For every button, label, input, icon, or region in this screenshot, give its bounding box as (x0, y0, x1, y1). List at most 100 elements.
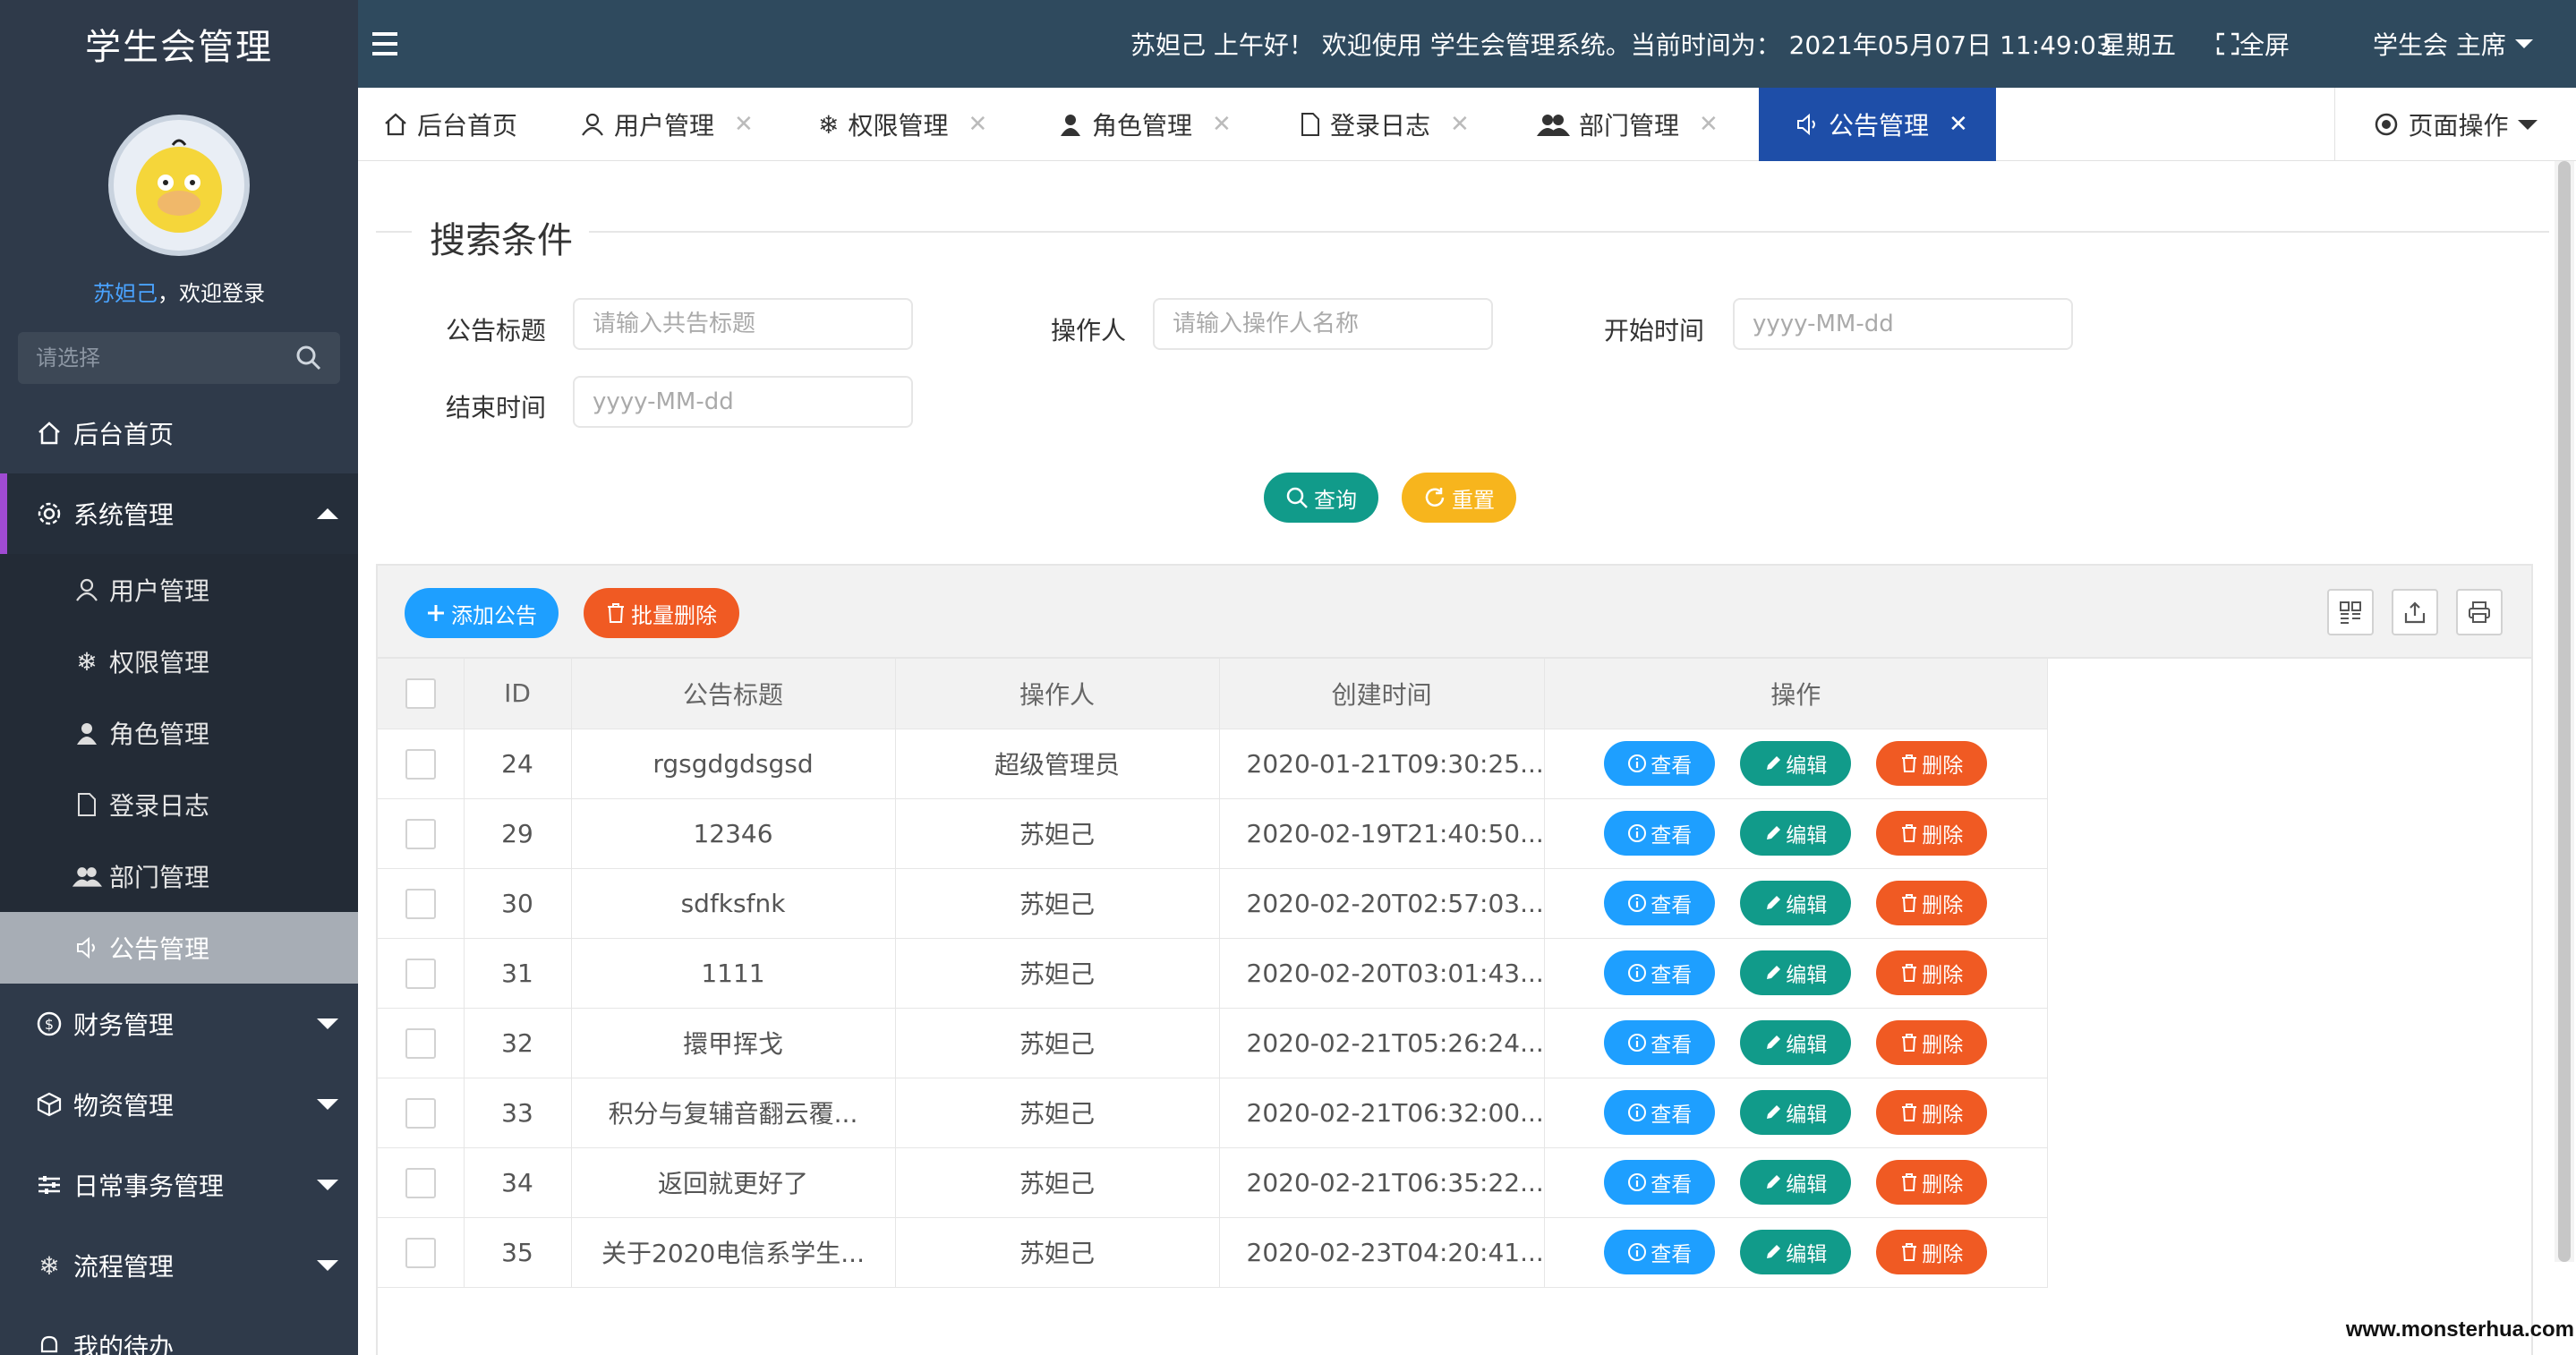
edit-button[interactable]: 编辑 (1740, 811, 1852, 856)
column-header-id[interactable]: ID (464, 659, 572, 729)
user-menu[interactable]: 学生会 主席 (2373, 0, 2533, 88)
cell-actions: 查看 编辑 删除 (1544, 1008, 2048, 1078)
table-row[interactable]: 35 关于2020电信系学生... 苏妲己 2020-02-23T04:20:41..… (378, 1217, 2048, 1288)
tab-home[interactable]: 后台首页 (383, 88, 517, 161)
close-icon[interactable]: ✕ (1699, 111, 1719, 138)
close-icon[interactable]: ✕ (1450, 111, 1470, 138)
close-icon[interactable]: ✕ (1949, 111, 1968, 138)
tab-notices[interactable]: 公告管理 ✕ (1759, 88, 1996, 161)
view-button[interactable]: 查看 (1604, 741, 1716, 786)
close-icon[interactable]: ✕ (734, 111, 754, 138)
delete-button[interactable]: 删除 (1876, 741, 1988, 786)
page-ops-menu[interactable]: 页面操作 (2334, 88, 2576, 161)
sidebar-item-materials[interactable]: 物资管理 (0, 1064, 358, 1145)
add-notice-button[interactable]: 添加公告 (405, 588, 559, 638)
sidebar-search[interactable] (18, 332, 340, 384)
row-checkbox[interactable] (405, 1027, 436, 1059)
cell-created: 2020-02-19T21:40:50... (1219, 798, 1545, 869)
delete-button[interactable]: 删除 (1876, 1160, 1988, 1205)
row-checkbox[interactable] (405, 1167, 436, 1198)
columns-filter-icon[interactable] (2327, 589, 2374, 635)
sidebar-item-system[interactable]: 系统管理 (0, 473, 358, 554)
delete-button[interactable]: 删除 (1876, 1230, 1988, 1274)
sidebar-item-home[interactable]: 后台首页 (0, 393, 358, 473)
table-row[interactable]: 29 12346 苏妲己 2020-02-19T21:40:50... 查看 编辑 删除 (378, 798, 2048, 869)
edit-button[interactable]: 编辑 (1740, 881, 1852, 925)
edit-button[interactable]: 编辑 (1740, 1090, 1852, 1135)
delete-button[interactable]: 删除 (1876, 1020, 1988, 1065)
sidebar-item-daily-affairs[interactable]: 日常事务管理 (0, 1145, 358, 1225)
edit-button[interactable]: 编辑 (1740, 1160, 1852, 1205)
sidebar-item-notices[interactable]: 公告管理 (0, 912, 358, 984)
row-checkbox[interactable] (405, 1097, 436, 1129)
table-row[interactable]: 34 返回就更好了 苏妲己 2020-02-21T06:35:22... 查看 编辑 删除 (378, 1147, 2048, 1218)
edit-button[interactable]: 编辑 (1740, 1230, 1852, 1274)
reset-button[interactable]: 重置 (1402, 473, 1516, 523)
edit-button[interactable]: 编辑 (1740, 1020, 1852, 1065)
row-checkbox[interactable] (405, 958, 436, 989)
row-checkbox[interactable] (405, 818, 436, 849)
notice-table-body: 24 rgsgdgdsgsd 超级管理员 2020-01-21T09:30:25...… (378, 729, 2048, 1288)
edit-button[interactable]: 编辑 (1740, 741, 1852, 786)
view-button[interactable]: 查看 (1604, 1230, 1716, 1274)
delete-button[interactable]: 删除 (1876, 950, 1988, 995)
close-icon[interactable]: ✕ (968, 111, 987, 138)
column-header-operator[interactable]: 操作人 (895, 659, 1220, 729)
cell-title: rgsgdgdsgsd (571, 729, 896, 799)
print-icon[interactable] (2456, 589, 2503, 635)
sidebar-item-roles[interactable]: 角色管理 (0, 697, 358, 769)
sidebar-item-workflow[interactable]: ❄ 流程管理 (0, 1225, 358, 1306)
tab-departments[interactable]: 部门管理 ✕ (1536, 88, 1719, 161)
cell-operator: 苏妲己 (895, 1008, 1220, 1078)
sidebar-item-login-log[interactable]: 登录日志 (0, 769, 358, 840)
welcome-username[interactable]: 苏妲己 (93, 281, 158, 306)
table-row[interactable]: 33 积分与复辅音翻云覆... 苏妲己 2020-02-21T06:32:00... 查… (378, 1078, 2048, 1148)
fullscreen-button[interactable]: 全屏 (2216, 0, 2290, 88)
view-button[interactable]: 查看 (1604, 1090, 1716, 1135)
table-row[interactable]: 32 擐甲挥戈 苏妲己 2020-02-21T05:26:24... 查看 编辑 删除 (378, 1008, 2048, 1078)
end-date-input[interactable] (573, 376, 913, 428)
menu-toggle-icon[interactable] (372, 24, 412, 64)
tab-permissions[interactable]: ❄ 权限管理 ✕ (818, 88, 987, 161)
cell-created: 2020-02-20T03:01:43... (1219, 938, 1545, 1009)
avatar[interactable] (108, 115, 250, 256)
query-button[interactable]: 查询 (1264, 473, 1378, 523)
export-icon[interactable] (2392, 589, 2438, 635)
tab-roles[interactable]: 角色管理 ✕ (1058, 88, 1232, 161)
delete-button[interactable]: 删除 (1876, 811, 1988, 856)
delete-button[interactable]: 删除 (1876, 1090, 1988, 1135)
view-button[interactable]: 查看 (1604, 811, 1716, 856)
edit-button[interactable]: 编辑 (1740, 950, 1852, 995)
table-row[interactable]: 31 1111 苏妲己 2020-02-20T03:01:43... 查看 编辑 删除 (378, 938, 2048, 1009)
start-date-input[interactable] (1733, 298, 2073, 350)
view-button[interactable]: 查看 (1604, 1020, 1716, 1065)
operator-input[interactable] (1153, 298, 1493, 350)
row-checkbox[interactable] (405, 888, 436, 919)
view-button[interactable]: 查看 (1604, 1160, 1716, 1205)
sidebar-search-input[interactable] (36, 345, 286, 371)
sidebar-item-users[interactable]: 用户管理 (0, 554, 358, 626)
sidebar-item-finance[interactable]: $ 财务管理 (0, 984, 358, 1064)
search-icon[interactable] (295, 345, 322, 371)
table-row[interactable]: 30 sdfksfnk 苏妲己 2020-02-20T02:57:03... 查看 编辑删… (378, 868, 2048, 939)
sidebar-item-permissions[interactable]: ❄ 权限管理 (0, 626, 358, 697)
delete-button[interactable]: 删除 (1876, 881, 1988, 925)
view-button[interactable]: 查看 (1604, 881, 1716, 925)
column-header-created[interactable]: 创建时间 (1219, 659, 1545, 729)
sidebar-item-departments[interactable]: 部门管理 (0, 840, 358, 912)
page-scrollbar[interactable] (2555, 161, 2574, 1262)
sidebar-item-todo[interactable]: 我的待办 (0, 1306, 358, 1355)
view-button[interactable]: 查看 (1604, 950, 1716, 995)
column-header-title[interactable]: 公告标题 (571, 659, 896, 729)
table-row[interactable]: 24 rgsgdgdsgsd 超级管理员 2020-01-21T09:30:25...… (378, 729, 2048, 799)
batch-delete-button[interactable]: 批量删除 (584, 588, 739, 638)
scrollbar-thumb[interactable] (2558, 161, 2571, 1262)
select-all-checkbox[interactable] (405, 678, 436, 710)
close-icon[interactable]: ✕ (1212, 111, 1232, 138)
tab-login-log[interactable]: 登录日志 ✕ (1300, 88, 1470, 161)
notice-title-input[interactable] (573, 298, 913, 350)
row-checkbox[interactable] (405, 1237, 436, 1268)
top-header: 苏妲己 上午好！ 欢迎使用 学生会管理系统。当前时间为： 2021年05月07日… (358, 0, 2576, 88)
tab-users[interactable]: 用户管理 ✕ (580, 88, 754, 161)
row-checkbox[interactable] (405, 748, 436, 780)
